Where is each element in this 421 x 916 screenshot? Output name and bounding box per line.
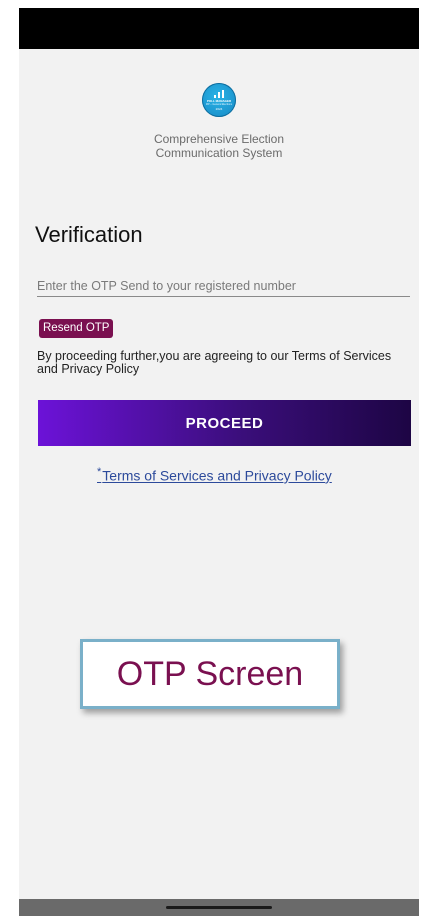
status-bar xyxy=(19,8,419,49)
logo-year: 2024 xyxy=(215,107,223,111)
asterisk: * xyxy=(97,466,102,478)
bar-chart-icon xyxy=(214,90,224,98)
proceed-button[interactable]: PROCEED xyxy=(38,400,411,446)
caption-text: OTP Screen xyxy=(116,654,304,693)
page-title: Verification xyxy=(35,222,143,247)
poll-manager-logo-icon: POLL MANAGER MP – General Elections 2024 xyxy=(202,83,236,117)
navigation-bar xyxy=(19,899,419,916)
home-gesture-handle[interactable] xyxy=(166,906,272,909)
terms-link-label: Terms of Services and Privacy Policy xyxy=(102,467,332,484)
caption-box: OTP Screen xyxy=(80,639,340,709)
app-subtitle-line2: Communication System xyxy=(155,146,283,160)
terms-privacy-link[interactable]: *Terms of Services and Privacy Policy xyxy=(97,466,332,484)
app-subtitle-line1: Comprehensive Election xyxy=(153,132,285,146)
logo-subtitle: MP – General Elections xyxy=(205,103,233,106)
agreement-text: By proceeding further,you are agreeing t… xyxy=(37,349,392,376)
otp-input[interactable] xyxy=(37,276,410,297)
resend-otp-button[interactable]: Resend OTP xyxy=(39,319,114,338)
phone-screen: POLL MANAGER MP – General Elections 2024… xyxy=(19,8,419,916)
app-subtitle: Comprehensive Election Communication Sys… xyxy=(99,132,339,160)
